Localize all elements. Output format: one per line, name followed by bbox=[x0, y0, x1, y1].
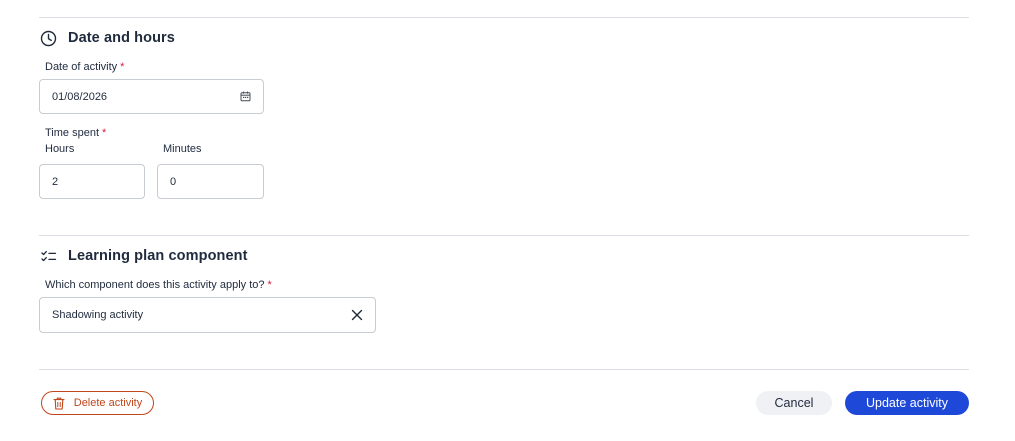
component-question-label: Which component does this activity apply… bbox=[45, 279, 272, 291]
hours-input[interactable]: 2 bbox=[39, 164, 145, 199]
divider-bottom bbox=[39, 369, 969, 370]
date-hours-title: Date and hours bbox=[68, 30, 175, 46]
date-value: 01/08/2026 bbox=[52, 90, 108, 103]
learning-plan-title: Learning plan component bbox=[68, 248, 248, 264]
minutes-label: Minutes bbox=[163, 143, 202, 155]
date-hours-header: Date and hours bbox=[39, 29, 175, 47]
clear-icon[interactable] bbox=[351, 309, 363, 321]
divider-middle bbox=[39, 235, 969, 236]
component-select[interactable]: Shadowing activity bbox=[39, 297, 376, 333]
update-activity-button[interactable]: Update activity bbox=[845, 391, 969, 415]
time-spent-label: Time spent * bbox=[45, 127, 107, 139]
minutes-value: 0 bbox=[170, 175, 177, 188]
update-activity-label: Update activity bbox=[866, 396, 948, 410]
calendar-icon[interactable] bbox=[240, 91, 251, 102]
delete-activity-label: Delete activity bbox=[73, 397, 143, 409]
cancel-button[interactable]: Cancel bbox=[756, 391, 832, 415]
checklist-icon bbox=[39, 247, 57, 265]
delete-activity-button[interactable]: Delete activity bbox=[41, 391, 154, 415]
component-selected-value: Shadowing activity bbox=[52, 309, 144, 321]
date-of-activity-input[interactable]: 01/08/2026 bbox=[39, 79, 264, 114]
hours-value: 2 bbox=[52, 175, 59, 188]
cancel-label: Cancel bbox=[774, 396, 814, 410]
divider-top bbox=[39, 17, 969, 18]
trash-icon bbox=[53, 397, 65, 410]
minutes-input[interactable]: 0 bbox=[157, 164, 264, 199]
learning-plan-header: Learning plan component bbox=[39, 247, 248, 265]
required-marker: * bbox=[120, 61, 125, 73]
required-marker: * bbox=[102, 127, 107, 139]
clock-icon bbox=[39, 29, 57, 47]
hours-label: Hours bbox=[45, 143, 75, 155]
date-of-activity-label: Date of activity * bbox=[45, 61, 125, 73]
required-marker: * bbox=[267, 279, 272, 291]
